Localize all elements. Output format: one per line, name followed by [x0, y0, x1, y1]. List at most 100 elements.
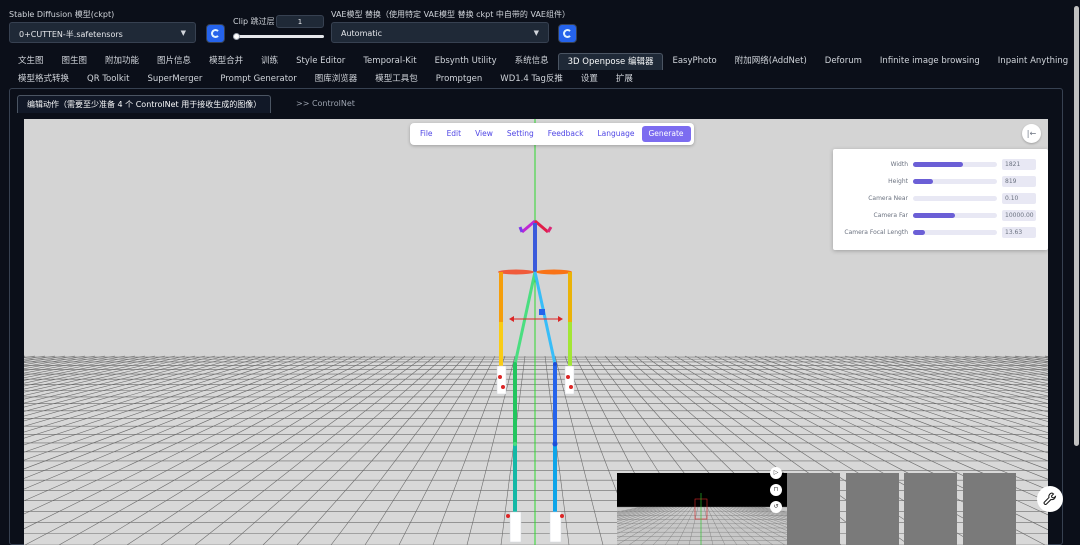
tab-tabs-row1-5[interactable]: 训练 — [252, 53, 287, 70]
generate-button[interactable]: Generate — [641, 126, 691, 142]
tab-tabs-row1-7[interactable]: Temporal-Kit — [354, 53, 425, 70]
tab-tabs-row1-2[interactable]: 附加功能 — [96, 53, 148, 70]
editor-menubar: File Edit View Setting Feedback Language… — [410, 123, 694, 145]
tab-tabs-row2-5[interactable]: 模型工具包 — [366, 71, 427, 88]
grid-line — [24, 355, 296, 446]
menu-setting[interactable]: Setting — [500, 126, 541, 142]
tab-tabs-row2-6[interactable]: Promptgen — [427, 71, 492, 88]
tab-tabs-row1-4[interactable]: 模型合并 — [200, 53, 252, 70]
knee-right — [552, 441, 558, 447]
foot-joint-left — [506, 514, 510, 518]
page-scrollbar[interactable] — [1073, 0, 1080, 545]
3d-viewport[interactable]: File Edit View Setting Feedback Language… — [24, 119, 1048, 545]
gizmo-x-arrow-left — [509, 316, 514, 322]
subtab-edit-pose[interactable]: 编辑动作（需要至少准备 4 个 ControlNet 用于接收生成的图像） — [17, 95, 272, 113]
foot-joint-right — [560, 514, 564, 518]
model-select[interactable]: 0+CUTTEN-半.safetensors ▼ — [9, 22, 196, 43]
grid-line — [262, 355, 456, 545]
tab-tabs-row2-2[interactable]: SuperMerger — [138, 71, 211, 88]
menu-feedback[interactable]: Feedback — [541, 126, 591, 142]
tab-tabs-row1-6[interactable]: Style Editor — [287, 53, 354, 70]
menu-view[interactable]: View — [468, 126, 500, 142]
tab-tabs-row1-3[interactable]: 图片信息 — [148, 53, 200, 70]
wrench-icon[interactable] — [1037, 486, 1063, 512]
camera-preview[interactable] — [617, 473, 787, 545]
tab-tabs-row2-4[interactable]: 图库浏览器 — [306, 71, 367, 88]
shoulder-left — [498, 269, 534, 275]
subtab-controlnet[interactable]: >> ControlNet — [287, 95, 364, 113]
clip-slider-handle[interactable] — [233, 33, 240, 40]
vae-select-value: Automatic — [341, 29, 383, 38]
setting-slider-fill — [913, 230, 925, 235]
tab-tabs-row2-9[interactable]: 扩展 — [607, 71, 642, 88]
grid-line — [296, 355, 466, 545]
grid-line — [24, 355, 236, 412]
vae-select[interactable]: Automatic ▼ — [331, 22, 549, 43]
chevron-down-icon: ▼ — [533, 29, 539, 37]
tab-tabs-row2-0[interactable]: 模型格式转换 — [9, 71, 78, 88]
tab-tabs-row1-15[interactable]: Inpaint Anything — [989, 53, 1077, 70]
grid-line — [24, 355, 156, 384]
tab-tabs-row1-8[interactable]: Ebsynth Utility — [426, 53, 506, 70]
preview-thumbnail-2[interactable] — [846, 473, 899, 545]
gizmo-center[interactable] — [539, 309, 545, 315]
setting-slider[interactable] — [913, 162, 997, 167]
tab-tabs-row1-11[interactable]: EasyPhoto — [663, 53, 725, 70]
setting-label: Camera Far — [873, 212, 909, 219]
setting-label: Width — [890, 161, 908, 168]
tab-tabs-row1-0[interactable]: 文生图 — [9, 53, 53, 70]
collapse-panel-icon[interactable]: |← — [1022, 124, 1041, 143]
menu-file[interactable]: File — [413, 126, 440, 142]
preview-canvas — [617, 473, 787, 545]
setting-value-input[interactable]: 13.63 — [1002, 227, 1036, 238]
tab-tabs-row2-3[interactable]: Prompt Generator — [211, 71, 305, 88]
menu-edit[interactable]: Edit — [440, 126, 469, 142]
tab-tabs-row1-10[interactable]: 3D Openpose 编辑器 — [557, 53, 664, 70]
grid-line — [330, 355, 476, 545]
tab-tabs-row2-1[interactable]: QR Toolkit — [78, 71, 138, 88]
tab-tabs-row1-1[interactable]: 图生图 — [53, 53, 97, 70]
hip-right — [553, 362, 557, 366]
setting-slider[interactable] — [913, 179, 997, 184]
setting-slider[interactable] — [913, 196, 997, 201]
tab-tabs-row1-12[interactable]: 附加网络(AddNet) — [726, 53, 816, 70]
clip-number-input[interactable]: 1 — [276, 15, 324, 28]
undo-icon[interactable]: ↺ — [770, 501, 782, 513]
preview-thumbnail-4[interactable] — [963, 473, 1016, 545]
scrollbar-thumb[interactable] — [1074, 6, 1079, 446]
preview-sky — [617, 473, 787, 507]
menu-language[interactable]: Language — [590, 126, 641, 142]
clip-slider[interactable] — [233, 33, 324, 40]
knee-left — [513, 442, 517, 446]
setting-slider[interactable] — [913, 230, 997, 235]
lock-icon[interactable]: ⊓ — [770, 484, 782, 496]
setting-value-input[interactable]: 1821 — [1002, 159, 1036, 170]
setting-row-camera-near: Camera Near 0.10 — [833, 193, 1048, 205]
head-bone-left-ear — [518, 226, 524, 233]
webui-app: Stable Diffusion 模型(ckpt) 0+CUTTEN-半.saf… — [0, 0, 1080, 545]
grid-line — [24, 355, 336, 479]
setting-label: Camera Focal Length — [844, 229, 908, 236]
hand-left — [496, 365, 507, 395]
camera-settings-panel: Width 1821 Height 819 Camera Near 0.10 Camera … — [833, 149, 1048, 250]
preview-thumbnail-1[interactable] — [787, 473, 840, 545]
setting-value-input[interactable]: 10000.00 — [1002, 210, 1036, 221]
setting-slider-fill — [913, 213, 955, 218]
tab-tabs-row2-7[interactable]: WD1.4 Tag反推 — [491, 71, 572, 88]
grid-line — [24, 355, 216, 404]
grid-line — [398, 355, 496, 545]
setting-value-input[interactable]: 0.10 — [1002, 193, 1036, 204]
refresh-vae-button[interactable] — [558, 24, 577, 43]
play-icon[interactable]: ▷ — [770, 467, 782, 479]
tab-tabs-row2-8[interactable]: 设置 — [572, 71, 607, 88]
setting-value-input[interactable]: 819 — [1002, 176, 1036, 187]
tab-tabs-row1-14[interactable]: Infinite image browsing — [871, 53, 989, 70]
preview-thumbnail-3[interactable] — [904, 473, 957, 545]
setting-label: Camera Near — [868, 195, 908, 202]
setting-slider-fill — [913, 162, 964, 167]
grid-line — [24, 355, 116, 374]
refresh-models-button[interactable] — [206, 24, 225, 43]
tab-tabs-row1-9[interactable]: 系统信息 — [506, 53, 558, 70]
tab-tabs-row1-13[interactable]: Deforum — [816, 53, 871, 70]
setting-slider[interactable] — [913, 213, 997, 218]
